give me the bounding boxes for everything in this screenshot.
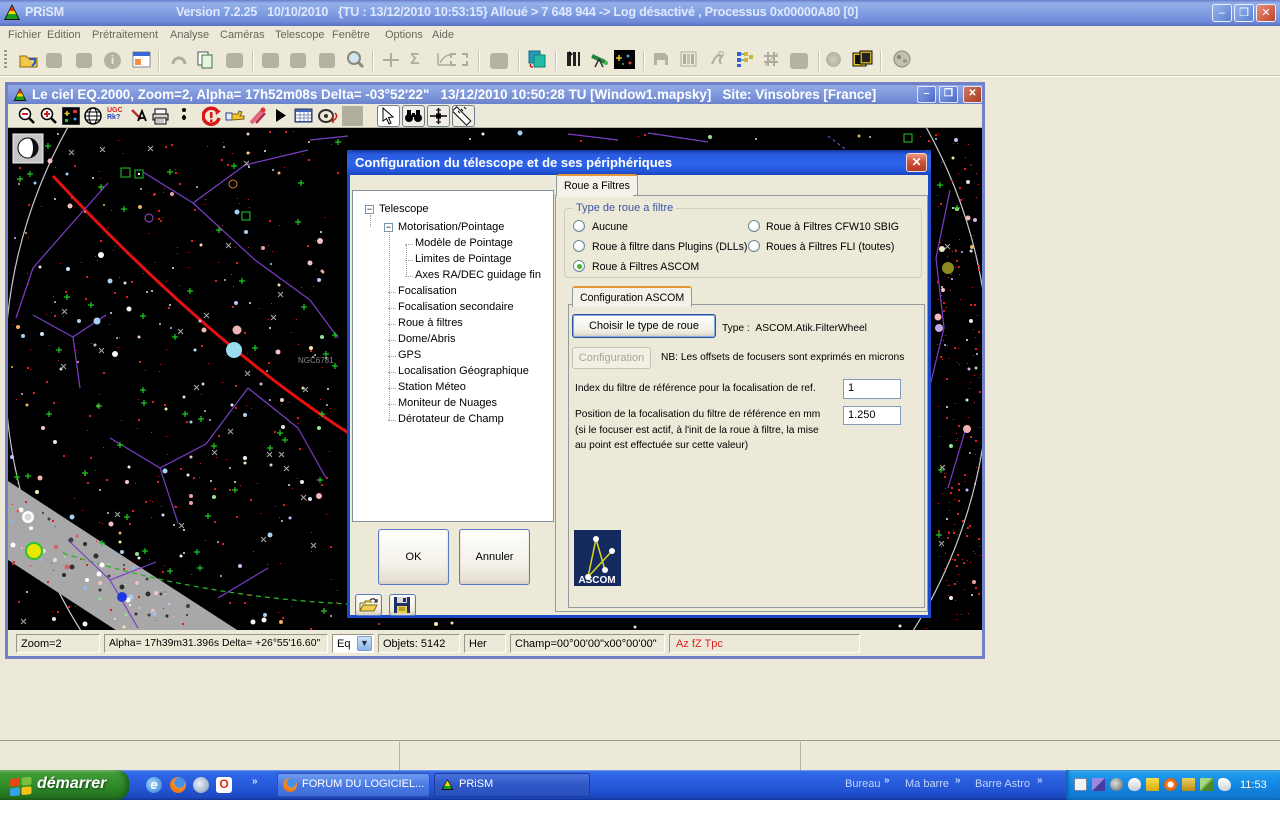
svg-text:ASCOM: ASCOM [578,575,615,586]
svg-text:NGC6781: NGC6781 [298,356,334,365]
